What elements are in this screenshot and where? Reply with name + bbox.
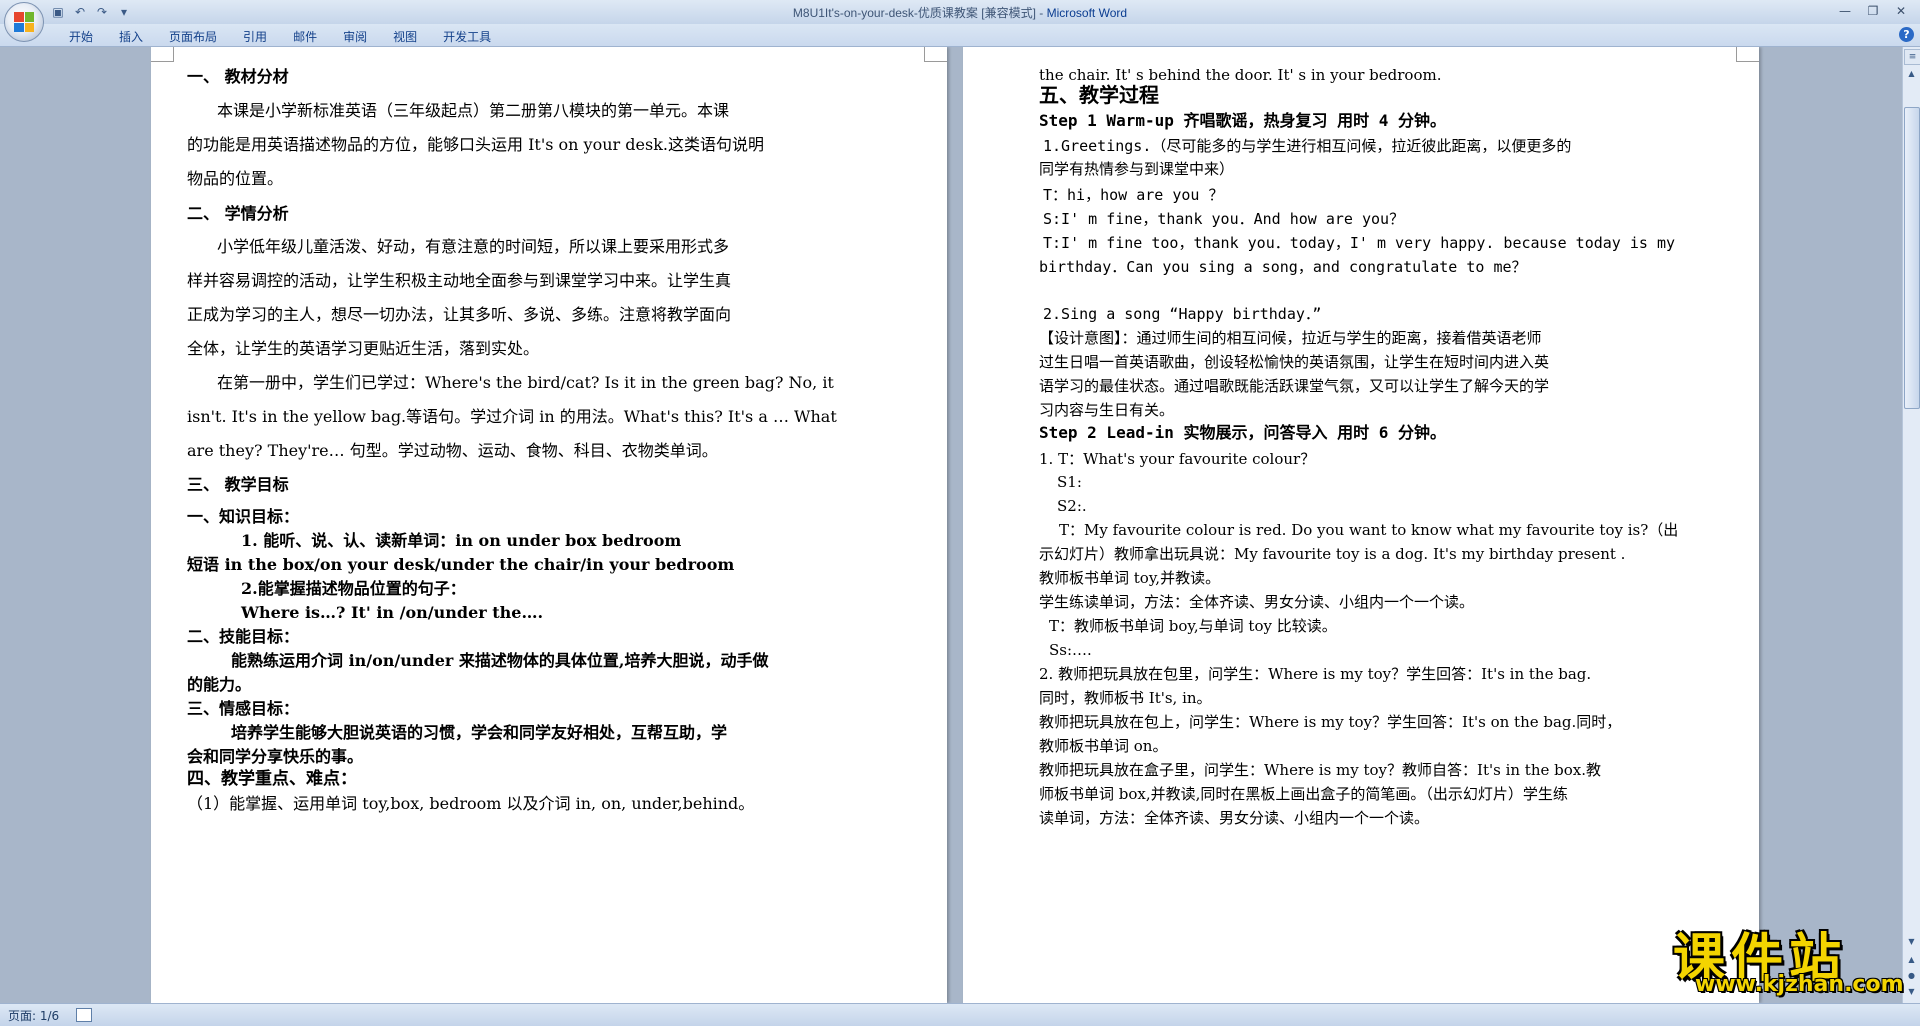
- text-line: T：My favourite colour is red. Do you wan…: [1059, 521, 1679, 539]
- help-icon[interactable]: ?: [1899, 27, 1914, 42]
- text-line: are they? They're… 句型。学过动物、运动、食物、科目、衣物类单…: [187, 441, 718, 460]
- text-line: 会和同学分享快乐的事。: [187, 747, 364, 766]
- status-bar: 页面: 1/6: [0, 1003, 1920, 1026]
- crop-mark: [151, 47, 174, 62]
- text-line: the chair. It' s behind the door. It' s …: [1039, 66, 1442, 84]
- text-line: 三、情感目标：: [187, 699, 300, 718]
- text-line: 的功能是用英语描述物品的方位，能够口头运用 It's on your desk.…: [187, 135, 764, 154]
- ruler-toggle-icon[interactable]: ≡: [1904, 49, 1920, 65]
- window-title: M8U1It's-on-your-desk-优质课教案 [兼容模式] - Mic…: [0, 4, 1920, 21]
- app-name: Microsoft Word: [1046, 6, 1128, 20]
- text-line: 2.Sing a song “Happy birthday．”: [1043, 305, 1322, 323]
- text-line: 2. 教师把玩具放在包里，问学生：Where is my toy？学生回答：It…: [1039, 665, 1592, 683]
- text-line: 示幻灯片）教师拿出玩具说：My favourite toy is a dog. …: [1039, 545, 1626, 563]
- text-line: 三、 教学目标: [187, 475, 289, 494]
- text-line: 样并容易调控的活动，让学生积极主动地全面参与到课堂学习中来。让学生真: [187, 271, 732, 290]
- tab-review[interactable]: 审阅: [330, 27, 380, 46]
- text-line: 短语 in the box/on your desk/under the cha…: [187, 555, 735, 574]
- office-logo-icon: [14, 12, 34, 32]
- text-line: 能熟练运用介词 in/on/under 来描述物体的具体位置,培养大胆说，动手做: [231, 651, 769, 670]
- proofing-icon[interactable]: [76, 1008, 92, 1022]
- text-line: 师板书单词 box,并教读,同时在黑板上画出盒子的简笔画。（出示幻灯片）学生练: [1039, 785, 1568, 803]
- text-line: 五、教学过程: [1039, 83, 1159, 107]
- ribbon: 开始 插入 页面布局 引用 邮件 审阅 视图 开发工具 ?: [0, 24, 1920, 47]
- scroll-up-icon[interactable]: ▲: [1904, 67, 1919, 81]
- text-line: 本课是小学新标准英语（三年级起点）第二册第八模块的第一单元。本课: [217, 101, 730, 120]
- text-line: 二、 学情分析: [187, 204, 289, 223]
- text-line: Ss:….: [1049, 641, 1092, 659]
- text-line: T：教师板书单词 boy,与单词 toy 比较读。: [1049, 617, 1337, 635]
- text-line: birthday．Can you sing a song，and congrat…: [1039, 258, 1527, 276]
- text-line: 二、技能目标：: [187, 627, 300, 646]
- title-bar: ▣ ↶ ↷ ▾ M8U1It's-on-your-desk-优质课教案 [兼容模…: [0, 0, 1920, 42]
- text-line: 同时，教师板书 It's, in。: [1039, 689, 1212, 707]
- text-line: 学生练读单词，方法：全体齐读、男女分读、小组内一个一个读。: [1039, 593, 1475, 611]
- text-line: Step 2 Lead-in 实物展示，问答导入 用时 6 分钟。: [1039, 423, 1447, 442]
- close-icon[interactable]: ✕: [1888, 2, 1914, 20]
- tab-view[interactable]: 视图: [380, 27, 430, 46]
- text-line: 教师板书单词 toy,并教读。: [1039, 569, 1221, 587]
- text-line: 1.Greetings.（尽可能多的与学生进行相互问候，拉近彼此距离，以便更多的: [1043, 137, 1572, 155]
- crop-mark: [924, 47, 947, 62]
- maximize-icon[interactable]: ❐: [1860, 2, 1886, 20]
- tab-page-layout[interactable]: 页面布局: [156, 27, 230, 46]
- text-line: 四、教学重点、难点：: [187, 769, 357, 789]
- text-line: 一、知识目标：: [187, 507, 300, 526]
- text-line: Where is…? It' in /on/under the….: [241, 603, 544, 622]
- text-line: 物品的位置。: [187, 169, 284, 188]
- text-line: 全体，让学生的英语学习更贴近生活，落到实处。: [187, 339, 540, 358]
- scrollbar-thumb[interactable]: [1904, 107, 1920, 409]
- tab-references[interactable]: 引用: [230, 27, 280, 46]
- page-2[interactable]: the chair. It' s behind the door. It' s …: [963, 47, 1759, 1003]
- crop-mark: [1736, 47, 1759, 62]
- text-line: 语学习的最佳状态。通过唱歌既能活跃课堂气氛，又可以让学生了解今天的学: [1039, 377, 1550, 395]
- ribbon-tabs: 开始 插入 页面布局 引用 邮件 审阅 视图 开发工具: [56, 27, 504, 46]
- tab-developer[interactable]: 开发工具: [430, 27, 504, 46]
- vertical-scrollbar[interactable]: ≡ ▲ ▼ ▲ ● ▼: [1902, 47, 1920, 1003]
- text-line: T：hi，how are you ？: [1043, 186, 1224, 204]
- tab-insert[interactable]: 插入: [106, 27, 156, 46]
- next-page-icon[interactable]: ▼: [1904, 985, 1919, 999]
- text-line: 2.能掌握描述物品位置的句子：: [241, 579, 466, 598]
- minimize-icon[interactable]: —: [1832, 2, 1858, 20]
- text-line: 【设计意图】：通过师生间的相互问候，拉近与学生的距离，接着借英语老师: [1039, 329, 1542, 347]
- text-line: 1. 能听、说、认、读新单词：in on under box bedroom: [241, 531, 682, 550]
- text-line: S2:.: [1057, 497, 1087, 515]
- text-line: 教师把玩具放在盒子里，问学生：Where is my toy？教师自答：It's…: [1039, 761, 1601, 779]
- text-line: 1. T：What's your favourite colour？: [1039, 450, 1316, 468]
- text-line: 在第一册中，学生们已学过：Where's the bird/cat? Is it…: [217, 373, 834, 392]
- text-line: 正成为学习的主人，想尽一切办法，让其多听、多说、多练。注意将教学面向: [187, 305, 732, 324]
- text-line: 读单词，方法：全体齐读、男女分读、小组内一个一个读。: [1039, 809, 1430, 827]
- scroll-down-icon[interactable]: ▼: [1904, 935, 1919, 949]
- text-line: 同学有热情参与到课堂中来）: [1039, 160, 1235, 178]
- text-line: S1:: [1057, 473, 1082, 491]
- text-line: 教师把玩具放在包上，问学生：Where is my toy？学生回答：It's …: [1039, 713, 1622, 731]
- text-line: S:I' m fine，thank you．And how are you？: [1043, 210, 1405, 228]
- previous-page-icon[interactable]: ▲: [1904, 953, 1919, 967]
- office-button[interactable]: [4, 2, 44, 42]
- tab-mailings[interactable]: 邮件: [280, 27, 330, 46]
- text-line: 小学低年级儿童活泼、好动，有意注意的时间短，所以课上要采用形式多: [217, 237, 730, 256]
- text-line: 的能力。: [187, 675, 252, 694]
- select-browse-object-icon[interactable]: ●: [1904, 969, 1919, 983]
- page-1[interactable]: 一、 教材分材本课是小学新标准英语（三年级起点）第二册第八模块的第一单元。本课的…: [151, 47, 947, 1003]
- text-line: 教师板书单词 on。: [1039, 737, 1168, 755]
- text-line: T:I' m fine too，thank you．today，I' m ver…: [1043, 234, 1675, 252]
- page-count[interactable]: 页面: 1/6: [8, 1007, 59, 1024]
- document-area[interactable]: 一、 教材分材本课是小学新标准英语（三年级起点）第二册第八模块的第一单元。本课的…: [0, 47, 1903, 1003]
- text-line: 一、 教材分材: [187, 67, 289, 86]
- text-line: isn't. It's in the yellow bag.等语句。学过介词 i…: [187, 407, 837, 426]
- text-line: 习内容与生日有关。: [1039, 401, 1175, 419]
- text-line: Step 1 Warm-up 齐唱歌谣，热身复习 用时 4 分钟。: [1039, 111, 1447, 130]
- document-title: M8U1It's-on-your-desk-优质课教案 [兼容模式]: [792, 6, 1036, 20]
- tab-home[interactable]: 开始: [56, 27, 106, 46]
- title-separator: -: [1035, 6, 1047, 20]
- window-controls: — ❐ ✕: [1832, 2, 1914, 20]
- text-line: （1）能掌握、运用单词 toy,box, bedroom 以及介词 in, on…: [187, 794, 755, 813]
- text-line: 培养学生能够大胆说英语的习惯，学会和同学友好相处，互帮互助，学: [231, 723, 728, 742]
- text-line: 过生日唱一首英语歌曲，创设轻松愉快的英语氛围，让学生在短时间内进入英: [1039, 353, 1550, 371]
